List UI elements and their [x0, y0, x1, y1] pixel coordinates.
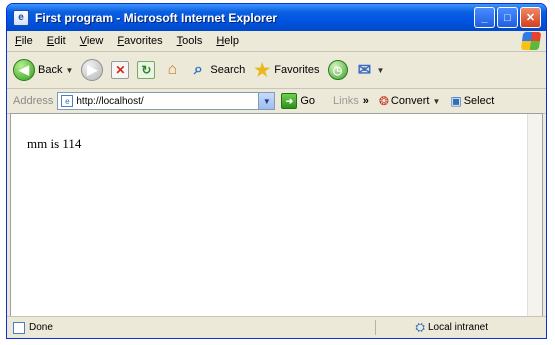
ie-app-icon: e	[13, 9, 29, 26]
back-label: Back	[38, 64, 63, 76]
refresh-icon: ↻	[137, 61, 156, 79]
menu-help[interactable]: Help	[216, 35, 239, 47]
favorites-icon: ★	[254, 59, 271, 80]
browser-window: e First program - Microsoft Internet Exp…	[6, 3, 547, 339]
address-dropdown-icon[interactable]: ▼	[258, 93, 275, 109]
go-label: Go	[300, 95, 316, 107]
stop-button[interactable]: ✕	[111, 61, 130, 79]
convert-dropdown-icon[interactable]: ▼	[432, 97, 440, 106]
close-button[interactable]: ✕	[520, 7, 541, 28]
favorites-button[interactable]: ★ Favorites	[253, 59, 320, 80]
title-bar[interactable]: e First program - Microsoft Internet Exp…	[7, 4, 546, 31]
favorites-label: Favorites	[274, 64, 320, 76]
menu-view[interactable]: View	[80, 35, 104, 47]
page-content: mm is 114	[10, 113, 543, 317]
links-label[interactable]: Links	[333, 95, 359, 107]
stop-icon: ✕	[111, 61, 130, 79]
back-icon: ◀	[13, 59, 35, 81]
menu-edit[interactable]: Edit	[47, 35, 66, 47]
convert-button[interactable]: ❂ Convert ▼	[379, 94, 441, 108]
window-controls: _ □ ✕	[474, 7, 541, 28]
zone-label: Local intranet	[427, 322, 488, 333]
convert-label: Convert	[390, 95, 430, 107]
page-text: mm is 114	[27, 136, 82, 151]
address-label: Address	[13, 95, 54, 107]
menu-favorites[interactable]: Favorites	[117, 35, 162, 47]
select-label: Select	[463, 95, 495, 107]
back-button[interactable]: ◀ Back ▼	[13, 59, 73, 81]
home-button[interactable]: ⌂	[163, 61, 181, 79]
select-icon: ▣	[450, 94, 462, 108]
address-url[interactable]: http://localhost/	[76, 96, 143, 107]
page-icon: e	[61, 95, 74, 107]
forward-icon: ▶	[81, 59, 104, 81]
forward-button[interactable]: ▶	[81, 59, 104, 81]
search-label: Search	[210, 64, 246, 76]
window-title: First program - Microsoft Internet Explo…	[35, 10, 278, 25]
minimize-button[interactable]: _	[474, 7, 495, 28]
chevron-right-icon[interactable]: »	[363, 95, 369, 107]
address-bar: Address e http://localhost/ ▼ ➜ Go Links…	[7, 89, 546, 114]
refresh-button[interactable]: ↻	[137, 61, 156, 79]
standard-toolbar: ◀ Back ▼ ▶ ✕ ↻ ⌂ ⌕ Search ★ Favorites ◷ …	[7, 52, 546, 89]
status-divider	[375, 320, 376, 335]
menu-bar: File Edit View Favorites Tools Help	[7, 31, 546, 52]
status-text: Done	[29, 322, 53, 333]
status-page-icon	[13, 321, 25, 334]
select-button[interactable]: ▣ Select	[450, 94, 494, 108]
mail-button[interactable]: ✉ ▼	[356, 61, 385, 79]
windows-logo-icon	[520, 32, 542, 50]
search-button[interactable]: ⌕ Search	[189, 61, 245, 79]
convert-icon: ❂	[378, 94, 389, 108]
go-arrow-icon: ➜	[281, 93, 298, 109]
status-bar: Done ⛭ Local intranet	[7, 316, 546, 338]
mail-icon: ✉	[357, 62, 372, 79]
back-dropdown-icon[interactable]: ▼	[65, 66, 73, 75]
mail-dropdown-icon[interactable]: ▼	[377, 66, 385, 75]
home-icon: ⌂	[167, 61, 178, 78]
history-icon: ◷	[327, 60, 348, 80]
vertical-scrollbar[interactable]	[527, 114, 542, 316]
menu-file[interactable]: File	[15, 35, 33, 47]
menu-tools[interactable]: Tools	[177, 35, 203, 47]
security-zone: ⛭ Local intranet	[415, 320, 488, 335]
maximize-button[interactable]: □	[497, 7, 518, 28]
address-input[interactable]: e http://localhost/ ▼	[57, 92, 276, 110]
go-button[interactable]: ➜ Go	[281, 93, 315, 109]
intranet-icon: ⛭	[415, 320, 425, 334]
history-button[interactable]: ◷	[327, 60, 348, 80]
search-icon: ⌕	[193, 61, 203, 78]
